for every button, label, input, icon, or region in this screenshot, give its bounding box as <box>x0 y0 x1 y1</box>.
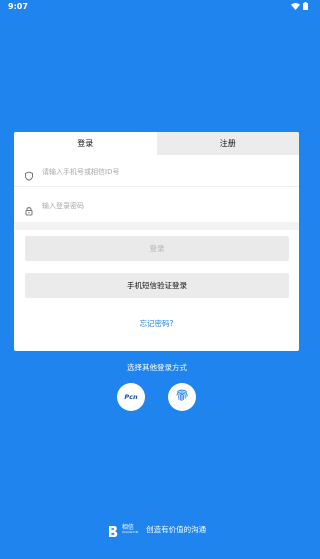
status-bar: 9:07 <box>0 0 314 14</box>
sms-login-button[interactable]: 手机短信验证登录 <box>25 273 289 298</box>
lock-icon <box>24 201 34 215</box>
forgot-password-link[interactable]: 忘记密码? <box>14 318 299 329</box>
footer-slogan: 创造有价值的沟通 <box>146 524 207 534</box>
status-icons <box>291 2 308 10</box>
fingerprint-icon <box>174 387 190 407</box>
logo-b-icon <box>108 523 120 537</box>
phone-input[interactable] <box>42 162 287 181</box>
phone-field <box>14 156 299 187</box>
fingerprint-login-button[interactable] <box>168 383 196 411</box>
pcn-label: Pcn <box>124 393 138 401</box>
battery-icon <box>303 2 308 10</box>
brand-logo: 相信 XIANGXIN <box>108 523 139 537</box>
tab-login[interactable]: 登录 <box>14 132 157 155</box>
login-card: 登录 注册 登录 手机短信验证登录 忘记密码? <box>14 132 299 351</box>
login-button[interactable]: 登录 <box>25 236 289 261</box>
wifi-icon <box>291 2 300 10</box>
login-tabs: 登录 注册 <box>14 132 299 155</box>
other-login-title: 选择其他登录方式 <box>127 363 187 372</box>
logo-en: XIANGXIN <box>121 529 139 534</box>
password-input[interactable] <box>42 196 287 215</box>
phone-shield-icon <box>24 166 34 181</box>
password-field <box>14 190 299 221</box>
status-time: 9:07 <box>8 2 28 11</box>
section-divider <box>14 222 299 230</box>
tab-register[interactable]: 注册 <box>156 132 299 155</box>
pcn-login-button[interactable]: Pcn <box>117 383 145 411</box>
logo-text: 相信 XIANGXIN <box>121 524 139 534</box>
footer: 相信 XIANGXIN 创造有价值的沟通 <box>0 520 314 538</box>
